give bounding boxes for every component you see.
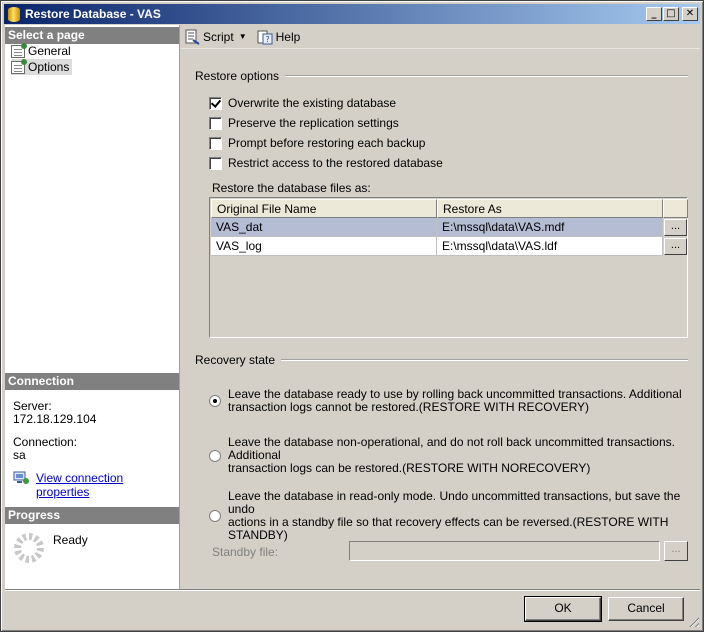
script-label: Script [203, 29, 234, 44]
preserve-replication-checkbox[interactable]: Preserve the replication settings [209, 115, 399, 131]
select-page-header: Select a page [5, 27, 179, 44]
connection-header: Connection [5, 373, 179, 390]
maximize-button[interactable]: □ [663, 7, 679, 21]
checkbox-label: Preserve the replication settings [228, 116, 399, 130]
standby-file-label: Standby file: [212, 545, 279, 559]
title-bar[interactable]: Restore Database - VAS _ □ ✕ [4, 4, 700, 24]
radio-label-line2: actions in a standby file so that recove… [228, 515, 669, 542]
close-button[interactable]: ✕ [682, 7, 698, 21]
checkbox-box[interactable] [209, 156, 222, 170]
radio-restore-with-norecovery[interactable]: Leave the database non-operational, and … [209, 436, 688, 475]
progress-header: Progress [5, 507, 179, 524]
restore-database-dialog: Restore Database - VAS _ □ ✕ Select a pa… [0, 0, 704, 632]
column-header-restore-as[interactable]: Restore As [437, 199, 663, 218]
column-header-original-file-name[interactable]: Original File Name [211, 199, 437, 218]
column-header-browse [663, 199, 688, 218]
connection-label: Connection: [13, 435, 78, 449]
left-footer-divider [5, 589, 181, 591]
radio-button[interactable] [209, 449, 221, 462]
checkbox-box[interactable] [209, 116, 222, 130]
radio-button[interactable] [209, 395, 221, 407]
restrict-access-checkbox[interactable]: Restrict access to the restored database [209, 155, 443, 171]
page-item-label: Options [28, 60, 70, 74]
progress-status: Ready [53, 533, 88, 547]
radio-label-line1: Leave the database non-operational, and … [228, 435, 675, 462]
server-label: Server: [13, 399, 52, 413]
standby-file-input[interactable] [349, 541, 660, 561]
cancel-button[interactable]: Cancel [608, 597, 684, 621]
checkbox-label: Restrict access to the restored database [228, 156, 443, 170]
progress-spinner-icon [14, 533, 44, 563]
overwrite-checkbox[interactable]: Overwrite the existing database [209, 95, 396, 111]
radio-restore-with-standby[interactable]: Leave the database in read-only mode. Un… [209, 490, 688, 542]
table-row-restore-as[interactable]: E:\mssql\data\VAS.ldf [437, 237, 663, 256]
restore-files-grid: Original File Name Restore As VAS_dat E:… [209, 197, 688, 338]
footer-divider [181, 589, 700, 591]
restore-files-label: Restore the database files as: [212, 181, 371, 195]
page-item-options[interactable]: Options [11, 58, 73, 75]
checkbox-box[interactable] [209, 136, 222, 150]
svg-text:?: ? [265, 35, 269, 44]
chevron-down-icon: ▼ [238, 32, 247, 41]
page-item-label: General [28, 44, 71, 58]
restore-options-title: Restore options [195, 69, 286, 83]
table-row-original-file[interactable]: VAS_dat [211, 218, 437, 237]
checkbox-box[interactable] [209, 96, 222, 110]
checkbox-label: Prompt before restoring each backup [228, 136, 426, 150]
browse-file-button[interactable]: ... [664, 219, 687, 236]
table-row-original-file[interactable]: VAS_log [211, 237, 437, 256]
table-row-restore-as[interactable]: E:\mssql\data\VAS.mdf [437, 218, 663, 237]
toolbar: Script ▼ ? Help [181, 25, 700, 49]
browse-file-button[interactable]: ... [664, 238, 687, 255]
database-icon [8, 6, 20, 22]
page-item-general[interactable]: General [11, 42, 74, 59]
recovery-state-title: Recovery state [195, 353, 282, 367]
radio-restore-with-recovery[interactable]: Leave the database ready to use by rolli… [209, 388, 688, 414]
window-title: Restore Database - VAS [25, 7, 161, 21]
connection-value: sa [13, 448, 26, 462]
script-icon [185, 29, 200, 45]
standby-browse-button[interactable]: ... [664, 541, 688, 561]
help-button[interactable]: ? Help [257, 29, 301, 45]
view-connection-properties-link[interactable]: View connection properties [36, 471, 179, 499]
radio-button[interactable] [209, 510, 221, 522]
radio-label-line1: Leave the database in read-only mode. Un… [228, 489, 681, 516]
radio-label-line2: transaction logs can be restored.(RESTOR… [228, 461, 591, 475]
help-icon: ? [257, 30, 273, 44]
minimize-button[interactable]: _ [646, 7, 662, 21]
script-button[interactable]: Script ▼ [184, 29, 247, 45]
checkbox-label: Overwrite the existing database [228, 96, 397, 110]
help-label: Help [275, 29, 301, 44]
page-icon [11, 58, 27, 74]
connection-properties-icon [13, 471, 29, 484]
ok-button[interactable]: OK [524, 596, 602, 622]
server-value: 172.18.129.104 [13, 412, 97, 426]
page-icon [11, 42, 27, 58]
prompt-before-restoring-checkbox[interactable]: Prompt before restoring each backup [209, 135, 425, 151]
left-panel: Select a page General Options Connection… [5, 25, 180, 589]
resize-grip-icon[interactable] [687, 615, 699, 627]
radio-label-line2: transaction logs cannot be restored.(RES… [228, 400, 590, 414]
